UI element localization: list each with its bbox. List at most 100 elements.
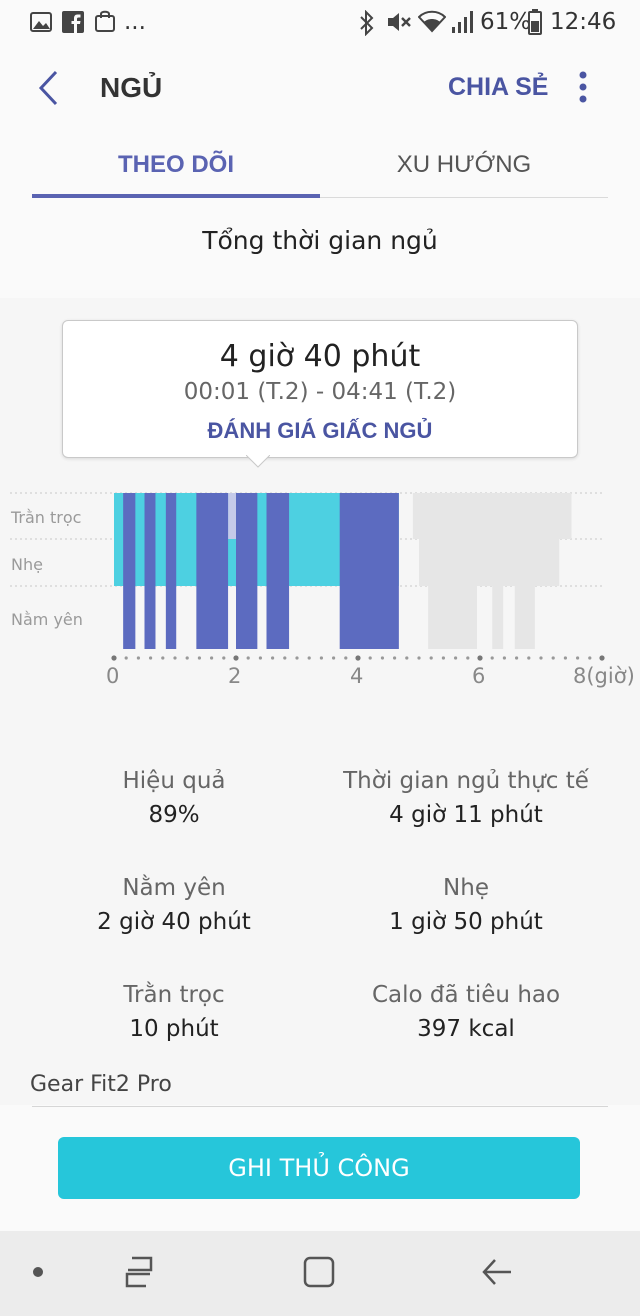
back-arrow-icon[interactable]: [36, 70, 60, 106]
x-axis-dot: [466, 656, 470, 660]
x-axis-dot: [149, 656, 153, 660]
x-tick-2: 2: [228, 664, 242, 688]
stat-efficiency-value: 89%: [148, 802, 200, 828]
x-axis-dot: [551, 656, 555, 660]
x-axis-dot: [588, 656, 592, 660]
home-icon[interactable]: [302, 1255, 336, 1289]
active-tab-indicator: [32, 194, 320, 198]
x-axis-dot: [515, 656, 519, 660]
section-title: Tổng thời gian ngủ: [202, 226, 438, 255]
x-axis-major-tick: [111, 655, 117, 661]
tooltip-pointer: [246, 455, 270, 468]
x-axis-dot: [161, 656, 165, 660]
more-options-icon[interactable]: [574, 70, 592, 104]
x-axis-major-tick: [477, 655, 483, 661]
tab-xu-huong[interactable]: XU HƯỚNG: [320, 151, 608, 179]
divider: [32, 1106, 608, 1107]
rate-sleep-link[interactable]: ĐÁNH GIÁ GIẤC NGỦ: [63, 418, 577, 444]
stat-restless-value: 10 phút: [129, 1016, 219, 1042]
x-axis-dot: [197, 656, 201, 660]
sleep-chart: [10, 492, 605, 661]
x-axis-dot: [124, 656, 128, 660]
x-axis-dot: [258, 656, 262, 660]
image-icon: [30, 12, 52, 32]
x-axis-dot: [417, 656, 421, 660]
awake-bar: [228, 493, 236, 539]
other-session-deep-bar: [428, 586, 477, 649]
shopping-bag-icon: [95, 10, 115, 32]
x-axis-dot: [454, 656, 458, 660]
page-title: NGỦ: [100, 72, 163, 103]
x-axis-dot: [283, 656, 287, 660]
x-axis-dot: [441, 656, 445, 660]
manual-entry-button[interactable]: GHI THỦ CÔNG: [58, 1137, 580, 1199]
sleep-time-range: 00:01 (T.2) - 04:41 (T.2): [183, 379, 457, 405]
dot-indicator-icon: [33, 1267, 43, 1277]
signal-icon: [452, 11, 473, 33]
x-axis-dot: [563, 656, 568, 660]
y-label-restless: Trằn trọc: [11, 508, 82, 527]
stat-calories-value: 397 kcal: [417, 1016, 515, 1042]
x-axis-dot: [527, 656, 531, 660]
x-axis-dot: [576, 656, 580, 660]
deep-sleep-bar: [165, 493, 177, 649]
other-session-restless-bar: [412, 493, 572, 539]
stat-light-label: Nhẹ: [443, 875, 489, 901]
x-axis-dot: [393, 656, 397, 660]
sleep-session-tooltip[interactable]: 4 giờ 40 phút 00:01 (T.2) - 04:41 (T.2) …: [62, 320, 578, 458]
other-session-deep-bar: [492, 586, 504, 649]
stat-restless-label: Trằn trọc: [123, 982, 225, 1008]
y-label-light: Nhẹ: [11, 555, 43, 574]
bluetooth-icon: [360, 10, 374, 36]
x-axis-dot: [332, 656, 336, 660]
x-axis-dot: [246, 656, 250, 660]
stat-actual-sleep-value: 4 giờ 11 phút: [389, 802, 543, 828]
facebook-icon: [62, 11, 84, 33]
device-name: Gear Fit2 Pro: [30, 1072, 172, 1097]
y-label-deep: Nằm yên: [11, 610, 83, 629]
x-axis-dot: [539, 656, 543, 660]
other-session-deep-bar: [514, 586, 535, 649]
x-axis-dot: [136, 656, 140, 660]
x-axis-major-tick: [599, 655, 605, 661]
x-axis-dot: [344, 656, 348, 660]
x-tick-8: 8(giờ): [573, 664, 635, 688]
app-header: NGỦ CHIA SẺ THEO DÕI XU HƯỚNG Tổng thời …: [0, 48, 640, 298]
x-axis-dot: [173, 656, 177, 660]
x-axis-dot: [502, 656, 506, 660]
battery-percent: 61%: [480, 9, 532, 35]
mute-icon: [388, 13, 411, 31]
other-session-light-bar: [419, 539, 560, 586]
deep-sleep-bar: [266, 493, 290, 649]
battery-icon: [528, 9, 542, 35]
x-axis-dot: [405, 656, 409, 660]
wifi-icon: [418, 10, 446, 33]
stat-light-value: 1 giờ 50 phút: [389, 909, 543, 935]
deep-sleep-bar: [144, 493, 156, 649]
x-axis-dot: [368, 656, 372, 660]
sleep-duration: 4 giờ 40 phút: [219, 339, 421, 374]
x-tick-4: 4: [350, 664, 364, 688]
recent-apps-icon[interactable]: [122, 1255, 156, 1289]
x-axis-dot: [490, 656, 494, 660]
x-tick-6: 6: [472, 664, 486, 688]
x-tick-0: 0: [106, 664, 120, 688]
clock: 12:46: [550, 9, 617, 35]
more-notifications: ...: [124, 9, 146, 35]
tab-theo-doi[interactable]: THEO DÕI: [32, 151, 320, 179]
x-axis-dot: [319, 656, 323, 660]
x-axis-dot: [380, 656, 384, 660]
navigation-bar: [0, 1231, 640, 1316]
x-axis-dot: [210, 656, 214, 660]
deep-sleep-bar: [236, 493, 258, 649]
x-axis-major-tick: [233, 655, 239, 661]
stat-calories-label: Calo đã tiêu hao: [371, 982, 561, 1008]
x-axis-dot: [295, 656, 299, 660]
share-button[interactable]: CHIA SẺ: [448, 73, 548, 102]
x-axis-dot: [429, 656, 433, 660]
stat-deep-value: 2 giờ 40 phút: [97, 909, 251, 935]
x-axis-dot: [185, 656, 189, 660]
x-axis-dot: [271, 656, 275, 660]
deep-sleep-bar: [196, 493, 229, 649]
back-icon[interactable]: [480, 1255, 514, 1289]
